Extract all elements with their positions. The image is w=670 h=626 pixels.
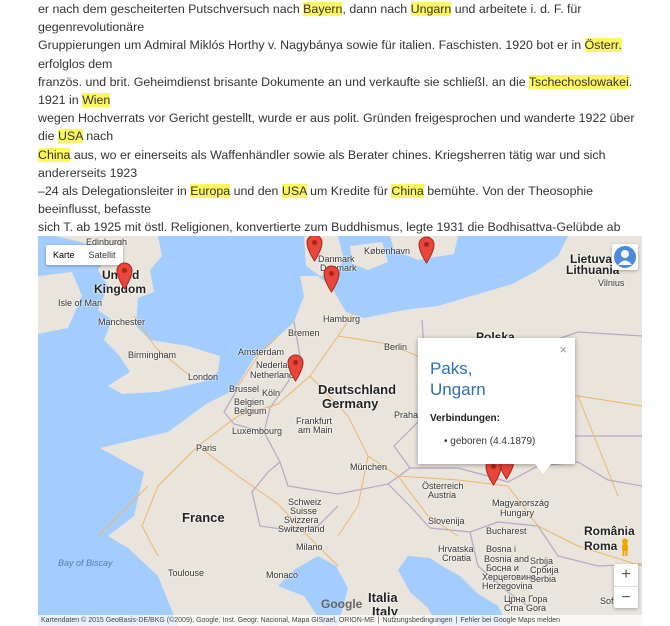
info-window-title: Paks, Ungarn	[430, 359, 486, 399]
map-pin-icon	[323, 265, 340, 293]
map-label: am Main	[298, 425, 333, 435]
map-label: Bosnia and	[484, 554, 530, 564]
info-window: × Paks, Ungarn Verbindungen: • geboren (4…	[418, 338, 575, 464]
article-line: er nach dem gescheiterten Putschversuch …	[38, 0, 638, 36]
highlighted-place-link[interactable]: USA	[281, 184, 307, 199]
map-label: Bosna i	[486, 544, 517, 554]
article-line: wegen Hochverrats vor Gericht gestellt, …	[38, 109, 638, 145]
highlighted-place-link[interactable]: Bayern	[303, 2, 343, 16]
map-label: Serbia	[530, 574, 557, 584]
zoom-out-button[interactable]: −	[614, 587, 638, 609]
info-window-connection-item[interactable]: • geboren (4.4.1879)	[444, 436, 535, 447]
map-label: France	[182, 510, 225, 525]
article-text-segment: um Kredite für	[306, 184, 392, 199]
map-pin-icon	[287, 354, 304, 382]
user-location-icon[interactable]	[612, 244, 638, 270]
map-label: Italia	[368, 590, 398, 605]
map-label: Herzegovina	[482, 581, 533, 591]
map-label: Manchester	[98, 317, 146, 327]
map-label: Milano	[296, 542, 323, 552]
info-window-connections-label: Verbindungen:	[430, 413, 500, 424]
zoom-in-button[interactable]: +	[614, 564, 638, 586]
map-label: Switzerland	[278, 524, 325, 534]
person-icon	[614, 246, 636, 268]
article-text-segment: Gruppierungen um Admiral Miklós Horthy v…	[38, 38, 585, 53]
map-label: Praha	[394, 410, 419, 420]
map-label: Isle of Man	[58, 298, 103, 308]
map-label: London	[188, 372, 219, 382]
highlighted-place-link[interactable]: Ungarn	[410, 2, 452, 16]
map-label: Hamburg	[323, 314, 361, 324]
map-label: København	[364, 246, 411, 256]
map-label: Köln	[262, 388, 281, 398]
marker-denmark[interactable]	[306, 236, 323, 262]
map-pin-icon	[116, 262, 133, 290]
marker-manchester[interactable]	[116, 262, 133, 290]
map-label: Босна и	[486, 563, 519, 573]
map-label: Hungary	[500, 508, 535, 518]
map-label: Crna Gora	[504, 603, 547, 613]
map-label: Bremen	[288, 328, 320, 338]
map-label: Magyarország	[492, 498, 550, 508]
info-window-tail	[535, 464, 551, 474]
article-line: China aus, wo er einerseits als Waffenhä…	[38, 146, 638, 182]
map-label: Amsterdam	[238, 347, 285, 357]
map-type-control: Karte Satellit	[46, 245, 123, 265]
article-text-segment: aus, wo er einerseits als Waffenhändler …	[38, 147, 606, 180]
map-label: România	[584, 524, 635, 538]
terms-link[interactable]: Nutzungsbedingungen	[379, 617, 455, 624]
close-icon[interactable]: ×	[559, 342, 567, 357]
marker-hamburg[interactable]	[323, 265, 340, 293]
highlighted-place-link[interactable]: China	[38, 147, 71, 162]
article-text-segment: er nach dem gescheiterten Putschversuch …	[38, 2, 304, 16]
map-attribution: Kartendaten © 2015 GeoBasis-DE/BKG (©200…	[41, 617, 375, 624]
map-label: Berlin	[384, 342, 408, 352]
map-label: Germany	[322, 396, 379, 411]
map-footer: Kartendaten © 2015 GeoBasis-DE/BKG (©200…	[38, 615, 642, 626]
map-label: Toulouse	[168, 568, 205, 578]
report-error-link[interactable]: Fehler bei Google Maps melden	[457, 617, 563, 624]
map-label: Roma	[584, 539, 618, 553]
map-pin-icon	[306, 236, 323, 262]
highlighted-place-link[interactable]: Europa	[190, 184, 231, 199]
article-text-segment: wegen Hochverrats vor Gericht gestellt, …	[38, 111, 635, 144]
map-label: Austria	[428, 490, 457, 500]
map-label: Belgium	[234, 406, 267, 416]
map-type-map-button[interactable]: Karte	[46, 245, 82, 265]
article-text-segment: und den	[230, 184, 282, 199]
map-label: Deutschland	[318, 382, 397, 397]
highlighted-place-link[interactable]: Tschechoslowakei	[528, 74, 629, 89]
map-label: Bucharest	[486, 526, 527, 536]
map-label: Vilnius	[598, 278, 625, 288]
map-label: Luxembourg	[232, 426, 283, 436]
map-label: Monaco	[266, 570, 299, 580]
article-line: französ. und brit. Geheimdienst brisante…	[38, 73, 638, 109]
map-label: Slovenija	[428, 516, 465, 526]
map-label: Bay of Biscay	[58, 558, 113, 568]
article-line: –24 als Delegationsleiter in Europa und …	[38, 182, 638, 218]
highlighted-place-link[interactable]: China	[391, 184, 424, 199]
article-text-segment: französ. und brit. Geheimdienst brisante…	[38, 74, 529, 89]
map-label: Croatia	[442, 553, 472, 563]
zoom-control: + −	[614, 564, 638, 608]
article-text-segment: –24 als Delegationsleiter in	[38, 184, 191, 199]
map-label: Birmingham	[128, 350, 177, 360]
highlighted-place-link[interactable]: Österr.	[584, 38, 622, 53]
google-logo[interactable]: Google	[321, 597, 362, 611]
article-text-segment: nach	[82, 129, 114, 144]
map-label: München	[350, 462, 388, 472]
article-line: Gruppierungen um Admiral Miklós Horthy v…	[38, 36, 638, 72]
marker-baltic[interactable]	[418, 236, 435, 264]
highlighted-place-link[interactable]: Wien	[82, 93, 111, 108]
street-view-pegman-icon[interactable]	[619, 538, 631, 556]
map-pin-icon	[418, 236, 435, 264]
map-label: Paris	[196, 443, 217, 453]
map[interactable]: EdinburghUnitedKingdomIsle of ManManches…	[38, 236, 642, 626]
article-text-segment: erfolglos dem	[38, 56, 113, 71]
map-label: Brussel	[229, 384, 260, 394]
marker-germany[interactable]	[287, 354, 304, 382]
article-text-segment: , dann nach	[342, 2, 411, 16]
highlighted-place-link[interactable]: USA	[57, 129, 83, 144]
